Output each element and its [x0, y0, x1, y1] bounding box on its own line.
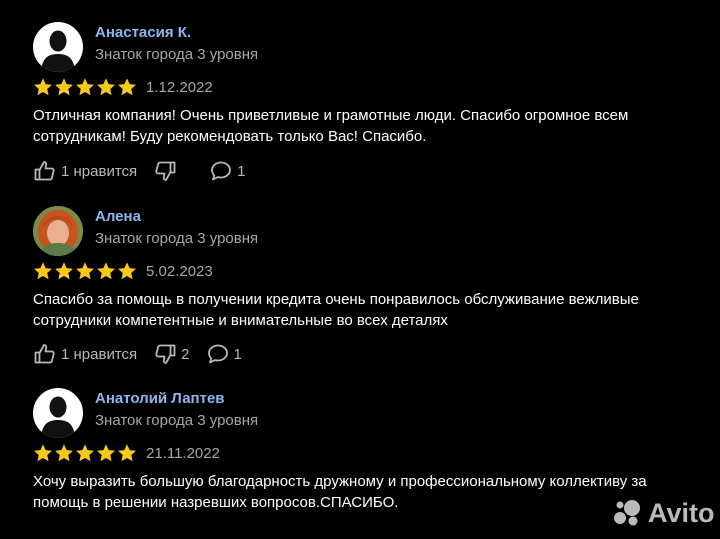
review-actions: 1 нравится 1	[33, 158, 246, 184]
review-author-name[interactable]: Анатолий Лаптев	[95, 390, 225, 407]
review-actions: 1 нравится 2 1	[33, 341, 242, 367]
rating-stars	[33, 77, 137, 99]
dislike-button[interactable]	[153, 159, 181, 183]
review-author-level: Знаток города 3 уровня	[95, 412, 259, 429]
avatar[interactable]	[33, 388, 83, 438]
star-icon	[118, 444, 136, 462]
review-date: 1.12.2022	[146, 79, 213, 96]
star-icon	[76, 444, 94, 462]
star-icon	[34, 444, 52, 462]
thumbs-down-icon	[155, 344, 176, 364]
avito-wordmark: Avito	[648, 497, 715, 528]
like-count: 1 нравится	[61, 162, 138, 180]
avatar-silhouette-icon	[41, 30, 75, 72]
comment-icon	[211, 161, 232, 181]
rating-stars	[33, 443, 137, 465]
comment-button[interactable]: 1	[209, 159, 246, 183]
thumbs-up-icon	[34, 344, 55, 364]
review-author-name[interactable]: Алена	[95, 208, 141, 225]
review-date: 21.11.2022	[146, 445, 220, 462]
star-icon	[97, 262, 115, 280]
like-button[interactable]: 1 нравится	[33, 159, 137, 183]
comment-count: 1	[233, 345, 242, 363]
avito-logo-icon	[614, 500, 640, 526]
avatar[interactable]	[33, 22, 83, 72]
review-author-name[interactable]: Анастасия К.	[95, 24, 191, 41]
review-date: 5.02.2023	[146, 263, 213, 280]
star-icon	[97, 444, 115, 462]
comment-icon	[207, 344, 228, 364]
star-icon	[76, 262, 94, 280]
star-icon	[34, 262, 52, 280]
star-icon	[97, 78, 115, 96]
comment-button[interactable]: 1	[206, 342, 242, 366]
like-count: 1 нравится	[61, 345, 138, 363]
star-icon	[118, 78, 136, 96]
like-button[interactable]: 1 нравится	[33, 342, 137, 366]
avatar[interactable]	[33, 206, 83, 256]
rating-stars	[33, 261, 137, 283]
avatar-silhouette-icon	[41, 396, 75, 438]
review-text: Спасибо за помощь в получении кредита оч…	[33, 291, 639, 329]
star-icon	[34, 78, 52, 96]
review-text: Хочу выразить большую благодарность друж…	[33, 473, 647, 511]
dislike-count: 2	[181, 345, 190, 363]
star-icon	[55, 262, 73, 280]
star-icon	[55, 78, 73, 96]
star-icon	[55, 444, 73, 462]
review-text: Отличная компания! Очень приветливые и г…	[33, 107, 629, 145]
thumbs-down-icon	[155, 161, 176, 181]
comment-count: 1	[237, 162, 246, 180]
dislike-button[interactable]: 2	[153, 342, 190, 366]
avatar-photo	[33, 206, 83, 256]
star-icon	[118, 262, 136, 280]
star-icon	[76, 78, 94, 96]
review-author-level: Знаток города 3 уровня	[95, 230, 259, 247]
review-author-level: Знаток города 3 уровня	[95, 46, 259, 63]
thumbs-up-icon	[34, 161, 55, 181]
avito-watermark: Avito	[612, 497, 715, 529]
